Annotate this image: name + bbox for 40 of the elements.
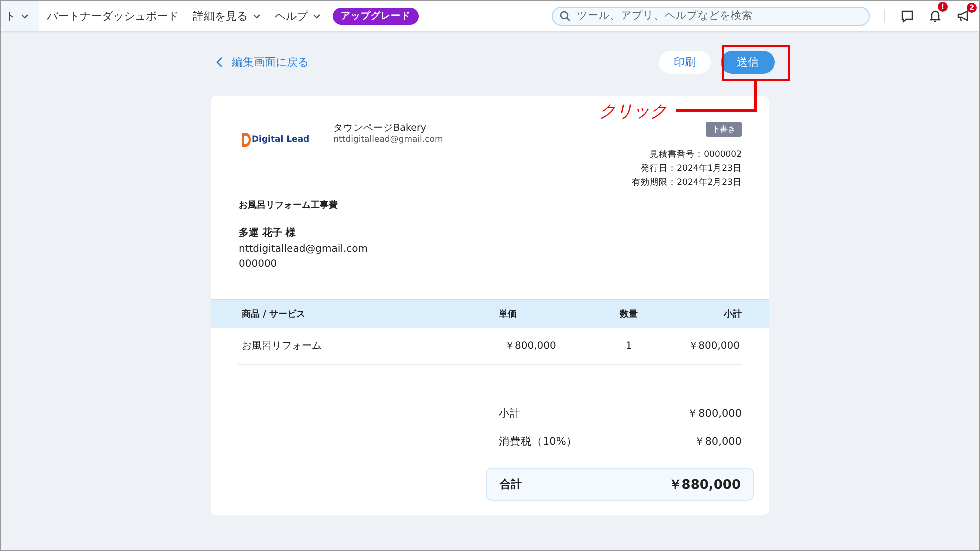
chevron-left-icon	[216, 56, 223, 68]
total-value: ￥80,000	[694, 435, 742, 449]
nav-item[interactable]: パートナーダッシュボード	[41, 1, 185, 31]
chat-icon[interactable]	[901, 10, 914, 22]
search-field[interactable]: ツール、アプリ、ヘルプなどを検索	[552, 6, 870, 26]
total-label: 消費税（10%）	[499, 435, 578, 449]
quote-meta: 見積書番号：0000002	[650, 149, 742, 162]
quote-meta: 有効期限：2024年2月23日	[632, 177, 742, 190]
megaphone-icon[interactable]	[957, 10, 971, 22]
table-cell-text: ￥800,000	[504, 340, 558, 353]
table-cell-text: 1	[624, 340, 634, 352]
upgrade-button[interactable]: アップグレード	[333, 8, 419, 24]
bell-icon[interactable]	[929, 9, 942, 23]
column-header: 数量	[619, 308, 639, 320]
grand-total-label: 合計	[500, 477, 522, 492]
grand-total-value: ￥880,000	[668, 476, 741, 494]
print-button[interactable]: 印刷	[659, 50, 711, 74]
column-header: 単価	[499, 308, 518, 320]
customer-name: 多運 花子 様	[238, 226, 297, 241]
back-link[interactable]: 編集画面に戻る	[216, 54, 309, 70]
nav-item[interactable]: 詳細を見る	[187, 1, 267, 31]
nav-item[interactable]: ヘルプ	[269, 1, 327, 31]
nav-item[interactable]: ト	[1, 1, 39, 31]
annotation-text: クリック	[599, 101, 667, 123]
total-value: ￥800,000	[688, 407, 742, 421]
customer-code: 000000	[238, 258, 278, 272]
company-name: タウンページBakery	[334, 122, 428, 135]
highlight-box	[722, 45, 790, 81]
quote-title: お風呂リフォーム工事費	[238, 199, 339, 212]
table-cell-text: お風呂リフォーム	[242, 340, 323, 353]
quote-meta: 発行日：2024年1月23日	[641, 163, 742, 176]
status-badge: 下書き	[706, 122, 742, 137]
logo: Digital Lead	[242, 132, 310, 148]
column-header: 商品 / サービス	[242, 308, 307, 320]
table-cell-text: ￥800,000	[688, 340, 741, 353]
customer-email: nttdigitallead@gmail.com	[238, 243, 369, 257]
company-email: nttdigitallead@gmail.com	[334, 135, 444, 145]
column-header: 小計	[723, 308, 742, 320]
search-icon	[560, 10, 571, 22]
total-label: 小計	[499, 407, 521, 421]
